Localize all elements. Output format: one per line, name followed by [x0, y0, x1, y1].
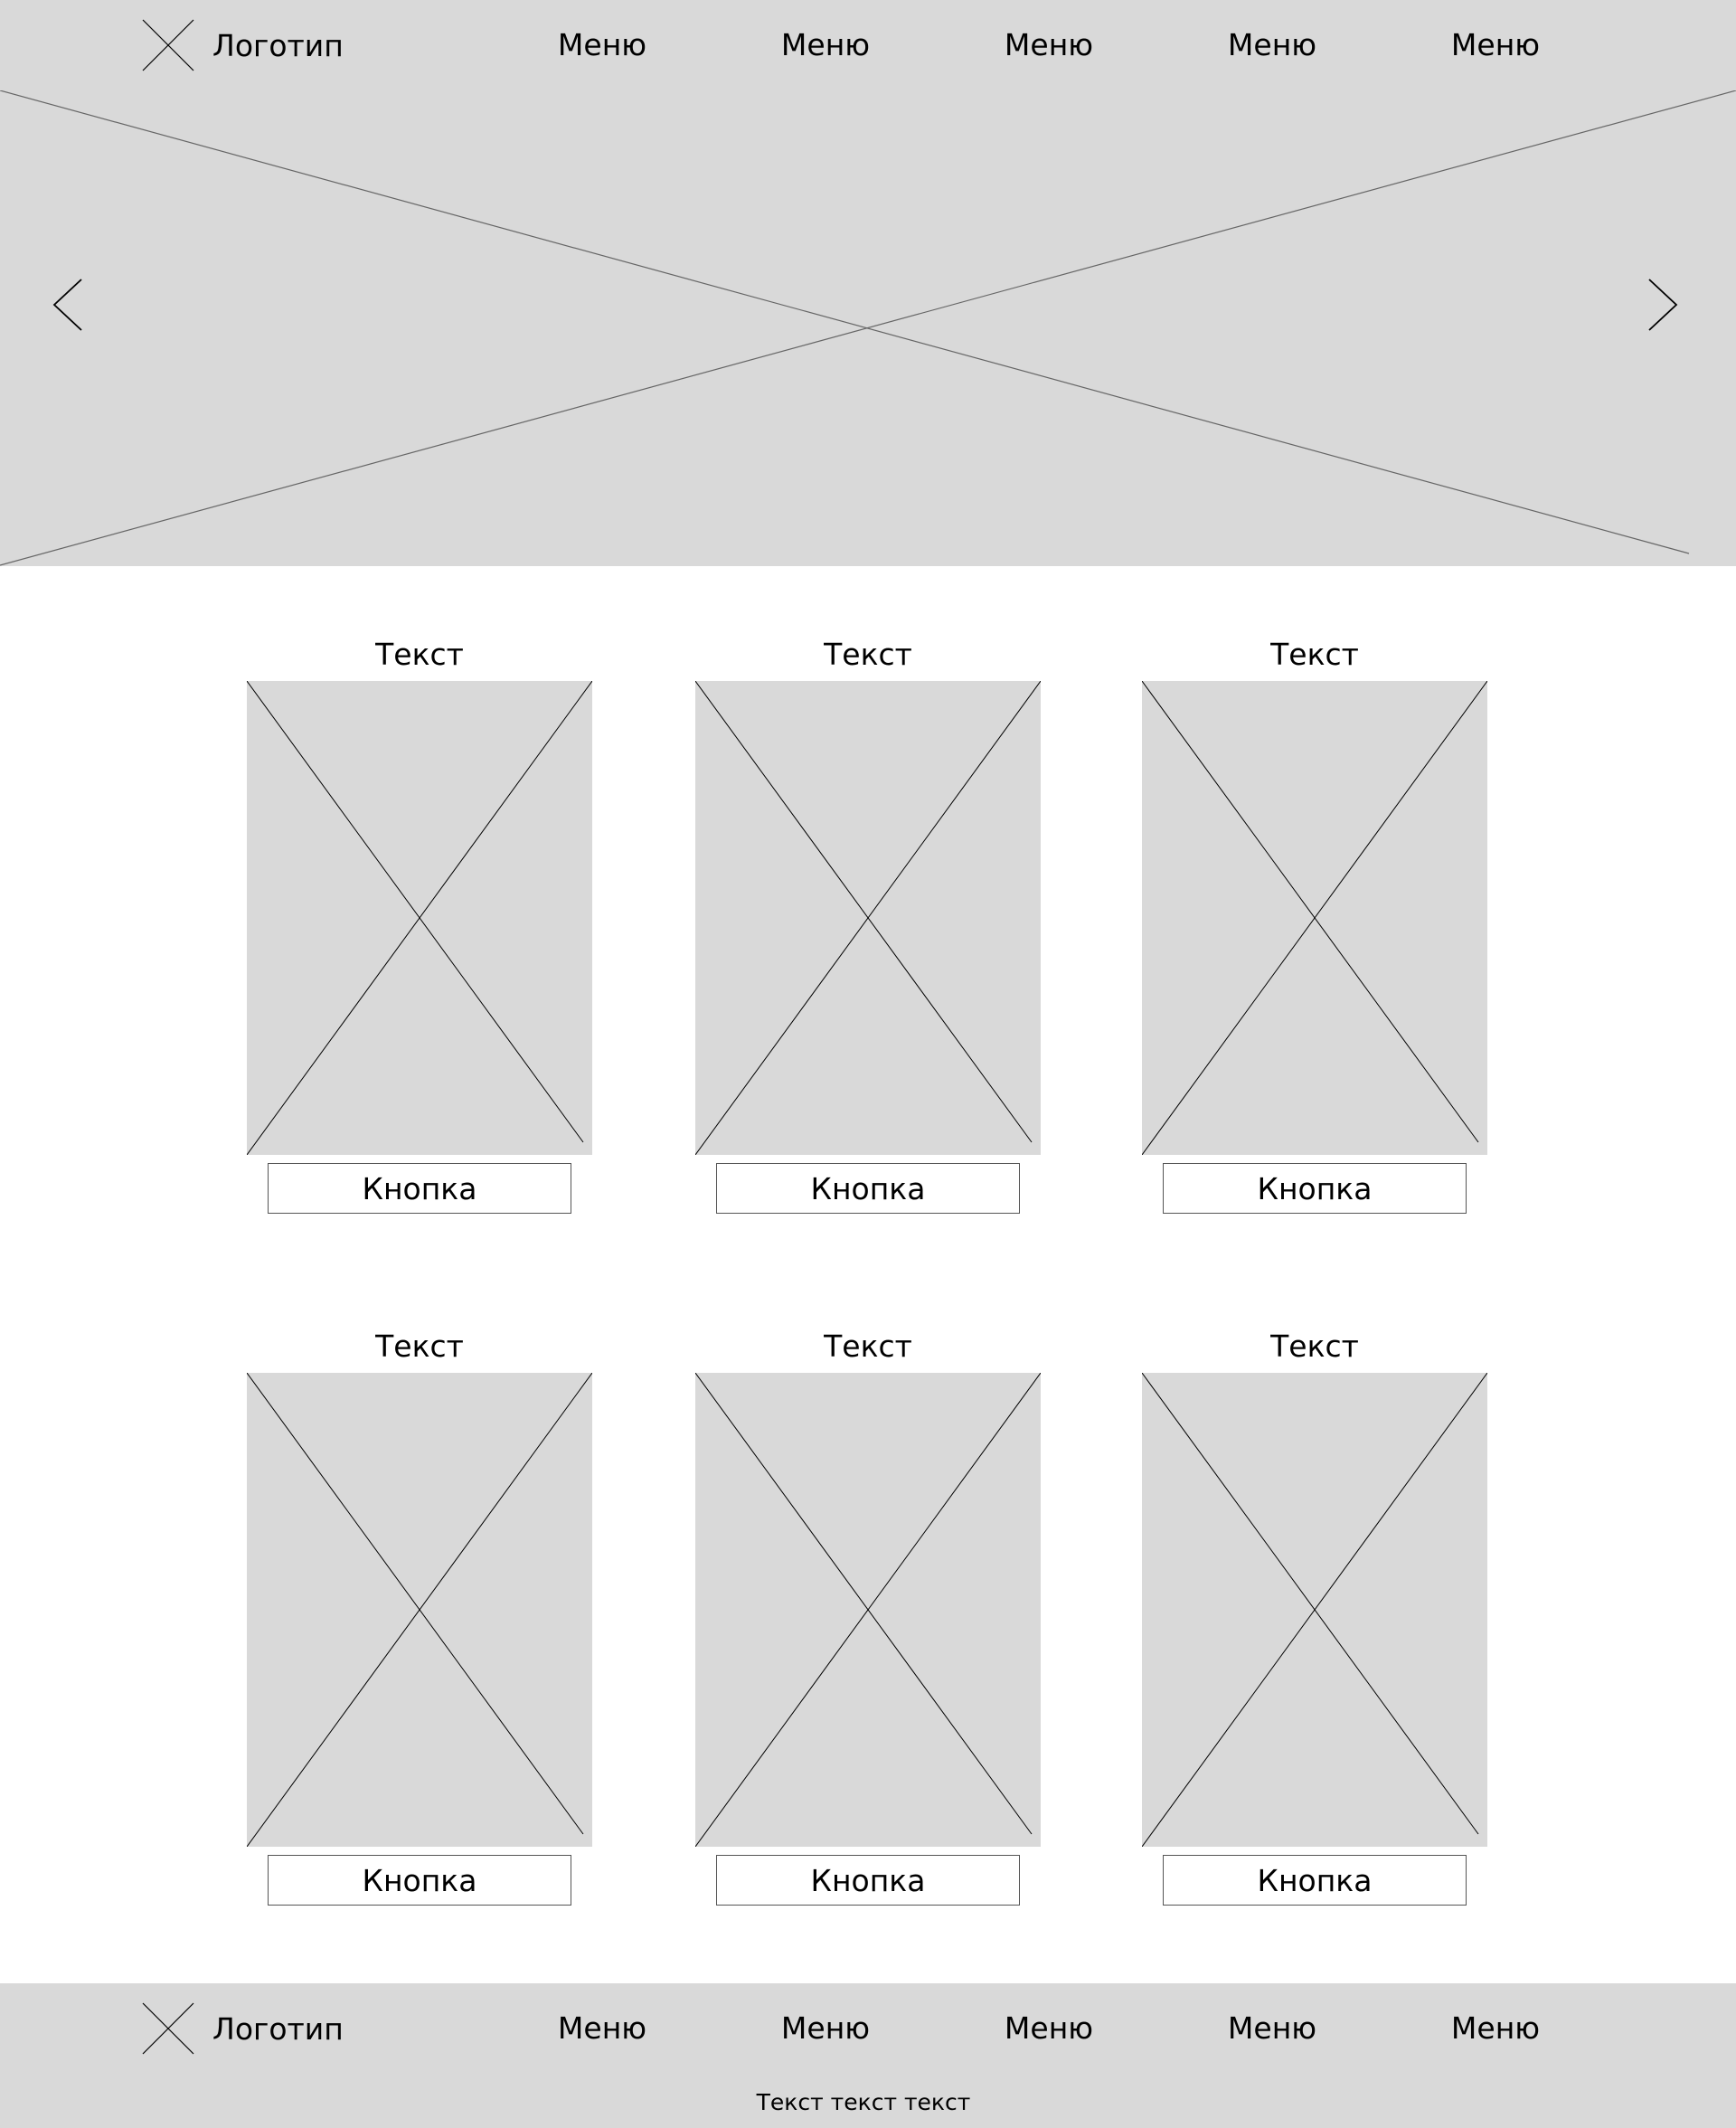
card-6-button[interactable]: Кнопка — [1163, 1855, 1467, 1906]
card-3-title: Текст — [1270, 637, 1359, 672]
card-5-title: Текст — [824, 1329, 912, 1364]
logo[interactable]: Логотип — [142, 19, 344, 71]
footer-logo-placeholder-icon — [142, 2002, 194, 2055]
hero-slider — [0, 90, 1736, 566]
footer-text: Текст текст текст — [756, 2089, 971, 2115]
header-menu-item-4[interactable]: Меню — [1200, 24, 1344, 67]
footer-menu-item-4[interactable]: Меню — [1200, 2007, 1344, 2050]
card-4-title: Текст — [375, 1329, 464, 1364]
card-2-title: Текст — [824, 637, 912, 672]
header-menu-item-1[interactable]: Меню — [530, 24, 675, 67]
card-1-image-placeholder — [247, 681, 592, 1155]
footer-menu-item-1[interactable]: Меню — [530, 2007, 675, 2050]
footer-logo-text: Логотип — [212, 2010, 344, 2047]
footer-menu-item-5[interactable]: Меню — [1423, 2007, 1568, 2050]
card-2-image-placeholder — [695, 681, 1041, 1155]
card-4-button[interactable]: Кнопка — [268, 1855, 571, 1906]
card-6-title: Текст — [1270, 1329, 1359, 1364]
footer-logo[interactable]: Логотип — [142, 2002, 344, 2055]
card-5-image-placeholder — [695, 1373, 1041, 1847]
logo-text: Логотип — [212, 27, 344, 63]
footer-menu-item-3[interactable]: Меню — [976, 2007, 1121, 2050]
card-1-title: Текст — [375, 637, 464, 672]
card-6-image-placeholder — [1142, 1373, 1487, 1847]
card-2-button[interactable]: Кнопка — [716, 1163, 1020, 1214]
header: Логотип Меню Меню Меню Меню Меню — [0, 0, 1736, 90]
card-4-image-placeholder — [247, 1373, 592, 1847]
chevron-left-icon[interactable] — [51, 276, 87, 334]
header-menu-item-2[interactable]: Меню — [753, 24, 898, 67]
card-1-button[interactable]: Кнопка — [268, 1163, 571, 1214]
hero-image-placeholder — [0, 90, 1736, 566]
card-5-button[interactable]: Кнопка — [716, 1855, 1020, 1906]
header-menu-item-3[interactable]: Меню — [976, 24, 1121, 67]
footer-menu-item-2[interactable]: Меню — [753, 2007, 898, 2050]
card-3-image-placeholder — [1142, 681, 1487, 1155]
header-menu-item-5[interactable]: Меню — [1423, 24, 1568, 67]
card-3-button[interactable]: Кнопка — [1163, 1163, 1467, 1214]
chevron-right-icon[interactable] — [1644, 276, 1680, 334]
footer: Логотип Меню Меню Меню Меню Меню Текст т… — [0, 1983, 1736, 2128]
logo-placeholder-icon — [142, 19, 194, 71]
